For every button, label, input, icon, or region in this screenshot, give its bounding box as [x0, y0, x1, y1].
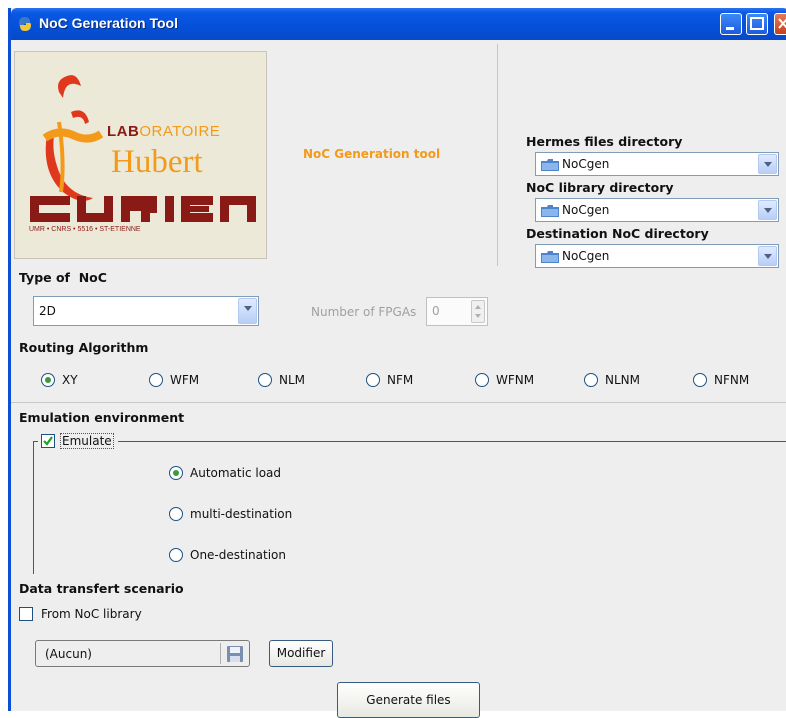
from-noc-library-label: From NoC library — [41, 607, 142, 621]
from-noc-library-checkbox-row[interactable]: From NoC library — [19, 606, 179, 624]
close-icon — [778, 18, 786, 29]
noc-type-label: Type of NoC — [19, 270, 107, 285]
logo-hubert: Hubert — [111, 144, 203, 180]
noc-library-dir-label: NoC library directory — [526, 180, 674, 195]
noc-type-select[interactable]: 2D — [33, 296, 259, 326]
hermes-dir-label: Hermes files directory — [526, 134, 683, 149]
emulate-group-top-border — [33, 441, 786, 442]
routing-label: Routing Algorithm — [19, 340, 149, 355]
noc-library-dir-select[interactable]: NoCgen — [535, 198, 779, 222]
laboratory-logo: LABORATOIRE Hubert CURIEN UMR • CNRS • 5… — [14, 51, 267, 259]
folder-icon — [541, 251, 559, 263]
main-panel: LABORATOIRE Hubert CURIEN UMR • CNRS • 5… — [11, 40, 786, 718]
destination-dir-value: NoCgen — [562, 249, 610, 263]
folder-icon — [541, 159, 559, 171]
center-title: NoC Generation tool — [303, 147, 441, 161]
logo-curien: CURIEN — [30, 220, 31, 221]
header-separator — [497, 44, 498, 266]
app-window: NoC Generation Tool LABORATOIRE Hubert U… — [8, 8, 786, 718]
emulate-checkbox-row[interactable]: Emulate — [38, 433, 118, 451]
logo-lab-suffix: ORATOIRE — [139, 123, 221, 140]
fpgas-spinner[interactable]: 0 — [426, 297, 488, 326]
destination-dir-select[interactable]: NoCgen — [535, 244, 779, 268]
minimize-button[interactable] — [720, 13, 742, 35]
logo-lab-prefix: LAB — [107, 123, 140, 140]
scenario-label: Data transfert scenario — [19, 581, 184, 596]
window-title: NoC Generation Tool — [39, 15, 178, 31]
scenario-file-field[interactable]: (Aucun) — [35, 640, 250, 667]
spinner-arrows-icon[interactable] — [471, 300, 485, 323]
fpgas-label: Number of FPGAs — [311, 305, 417, 319]
from-noc-library-checkbox[interactable] — [19, 607, 33, 621]
chevron-down-icon[interactable] — [238, 298, 257, 324]
noc-library-dir-value: NoCgen — [562, 203, 610, 217]
folder-icon — [541, 205, 559, 217]
noc-type-value: 2D — [39, 304, 56, 318]
hermes-dir-value: NoCgen — [562, 157, 610, 171]
section-divider — [11, 402, 786, 403]
modify-button[interactable]: Modifier — [269, 640, 333, 667]
generate-files-button[interactable]: Generate files — [337, 682, 480, 718]
title-bar[interactable]: NoC Generation Tool — [11, 8, 786, 40]
chevron-down-icon[interactable] — [758, 200, 777, 220]
chevron-down-icon[interactable] — [758, 246, 777, 266]
emulate-checkbox[interactable] — [41, 434, 55, 448]
hermes-dir-select[interactable]: NoCgen — [535, 152, 779, 176]
fpgas-value: 0 — [432, 304, 440, 318]
checkmark-icon — [43, 436, 53, 446]
emulate-checkbox-label: Emulate — [60, 433, 114, 449]
app-icon — [19, 17, 31, 31]
scenario-file-value: (Aucun) — [45, 647, 92, 661]
chevron-down-icon[interactable] — [758, 154, 777, 174]
emulate-group-left-border — [33, 441, 34, 574]
minimize-icon — [726, 27, 734, 30]
logo-subtitle: UMR • CNRS • 5516 • ST-ETIENNE — [29, 226, 141, 233]
close-button[interactable] — [774, 13, 786, 35]
emulation-label: Emulation environment — [19, 410, 185, 425]
maximize-icon — [750, 17, 764, 30]
maximize-button[interactable] — [746, 13, 768, 35]
floppy-disk-icon[interactable] — [225, 644, 245, 664]
destination-dir-label: Destination NoC directory — [526, 226, 709, 241]
